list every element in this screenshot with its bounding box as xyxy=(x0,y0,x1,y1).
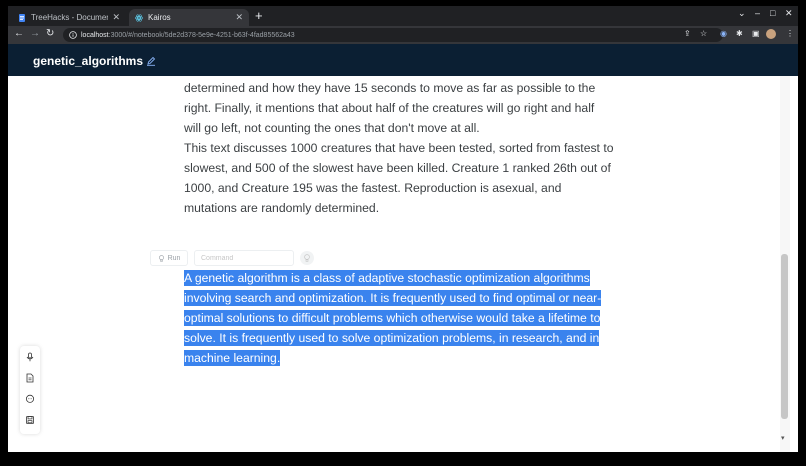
puzzle-icon[interactable]: ✱ xyxy=(736,29,743,38)
chat-icon[interactable] xyxy=(25,394,35,404)
run-label: Run xyxy=(167,254,181,262)
tab-title: Kairos xyxy=(148,13,171,22)
app-header: genetic_algorithms xyxy=(8,44,798,76)
notebook-title: genetic_algorithms xyxy=(33,54,144,68)
tab-title: TreeHacks - Documentos xyxy=(31,13,108,22)
browser-window: TreeHacks - Documentos ✕ Kairos ✕ + ⌄ – … xyxy=(8,6,798,452)
tab-kairos[interactable]: Kairos ✕ xyxy=(129,9,249,26)
info-icon[interactable] xyxy=(69,31,77,39)
avatar[interactable] xyxy=(766,29,776,39)
suggest-button[interactable] xyxy=(300,251,314,265)
maximize-button[interactable]: □ xyxy=(770,8,775,18)
lightbulb-icon xyxy=(304,254,310,262)
previous-cell-output-text: determined and how they have 15 seconds … xyxy=(184,81,614,215)
save-icon[interactable] xyxy=(25,415,35,425)
lightbulb-icon xyxy=(158,254,164,262)
star-icon[interactable]: ☆ xyxy=(700,29,707,38)
pencil-icon[interactable] xyxy=(146,56,156,66)
tab-treehacks[interactable]: TreeHacks - Documentos ✕ xyxy=(12,9,126,26)
scrollbar[interactable]: ▾ xyxy=(780,76,790,452)
extension-audio-icon[interactable]: ◉ xyxy=(720,29,727,38)
reload-icon[interactable]: ↻ xyxy=(46,28,54,39)
back-icon[interactable]: ← xyxy=(14,28,24,39)
command-input[interactable] xyxy=(194,250,294,266)
browser-toolbar: ← → ↻ localhost:3000/#/notebook/5de2d378… xyxy=(8,26,798,44)
new-tab-button[interactable]: + xyxy=(255,8,263,23)
run-button[interactable]: Run xyxy=(150,250,188,266)
close-icon[interactable]: ✕ xyxy=(235,12,243,23)
side-toolbar xyxy=(20,346,40,434)
close-window-button[interactable]: ✕ xyxy=(785,8,793,19)
url-host: localhost xyxy=(81,31,109,39)
close-icon[interactable]: ✕ xyxy=(112,12,120,23)
chevron-down-icon[interactable]: ⌄ xyxy=(738,8,746,19)
document-icon[interactable] xyxy=(25,373,35,383)
notebook-content: determined and how they have 15 seconds … xyxy=(8,76,798,452)
minimize-button[interactable]: – xyxy=(755,8,760,18)
previous-cell-output[interactable]: determined and how they have 15 seconds … xyxy=(184,78,614,218)
selected-cell-text[interactable]: A genetic algorithm is a class of adapti… xyxy=(184,268,609,368)
tab-strip: TreeHacks - Documentos ✕ Kairos ✕ + ⌄ – … xyxy=(8,6,798,26)
docs-icon xyxy=(19,13,25,22)
sidepanel-icon[interactable]: ▣ xyxy=(752,29,760,38)
menu-icon[interactable]: ⋮ xyxy=(786,29,794,38)
forward-icon[interactable]: → xyxy=(30,28,40,39)
react-icon xyxy=(135,14,143,21)
microphone-icon[interactable] xyxy=(25,352,35,362)
scroll-thumb[interactable] xyxy=(781,254,788,419)
share-icon[interactable]: ⇪ xyxy=(684,29,691,38)
scroll-down-icon[interactable]: ▾ xyxy=(781,434,785,442)
address-bar[interactable]: localhost:3000/#/notebook/5de2d378-5e9e-… xyxy=(63,28,723,42)
selected-cell-text-highlight: A genetic algorithm is a class of adapti… xyxy=(184,270,602,366)
url-path: :3000/#/notebook/5de2d378-5e9e-4251-b63f… xyxy=(108,31,295,39)
